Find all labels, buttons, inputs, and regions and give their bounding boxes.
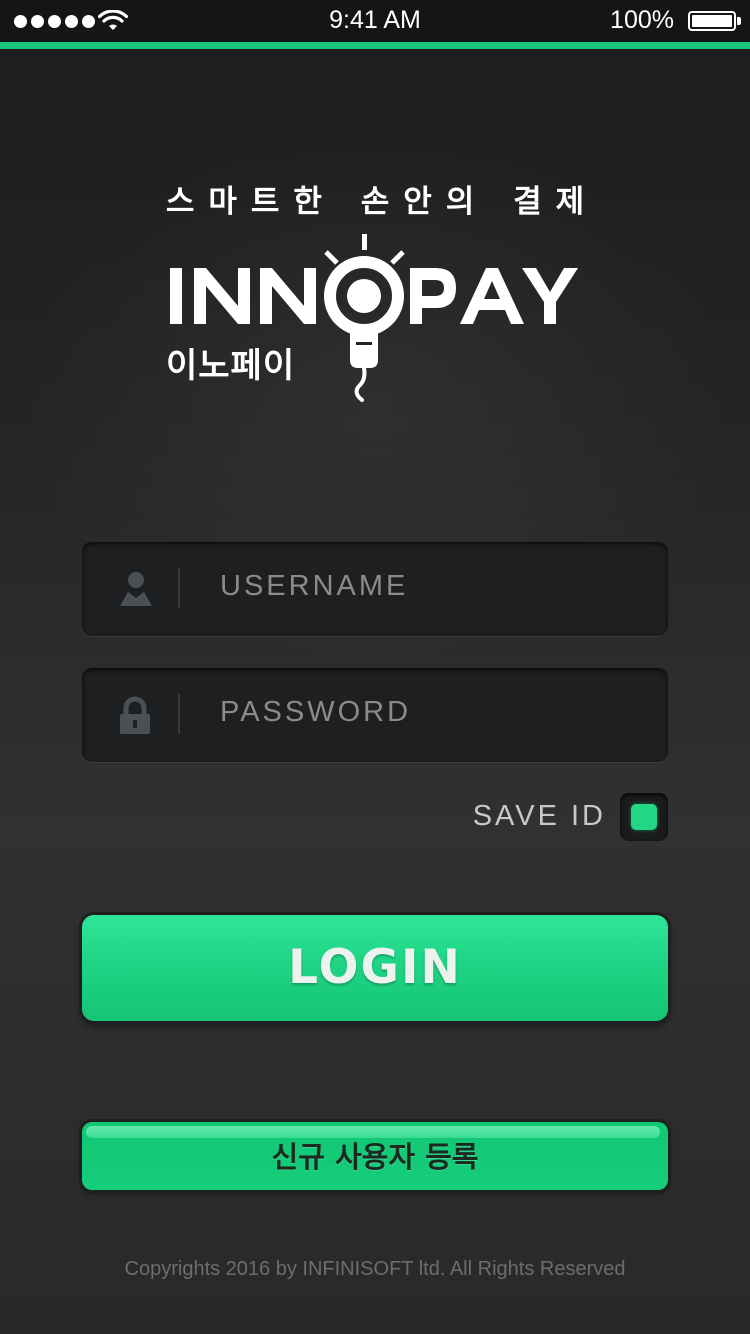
battery-icon: [688, 11, 736, 31]
user-icon: [120, 572, 152, 606]
battery-nub: [737, 17, 741, 25]
login-button[interactable]: LOGIN: [82, 915, 668, 1021]
tagline: 스마트한 손안의 결제: [165, 184, 599, 220]
username-field[interactable]: USERNAME: [82, 542, 668, 636]
field-divider: [178, 694, 180, 734]
register-button-label: 신규 사용자 등록: [271, 1140, 479, 1174]
logo-korean-text: 이노페이: [166, 346, 296, 386]
password-input[interactable]: PASSWORD: [220, 696, 411, 729]
username-input[interactable]: USERNAME: [220, 570, 408, 603]
register-button[interactable]: 신규 사용자 등록: [82, 1122, 668, 1190]
save-id-label: SAVE ID: [472, 800, 606, 832]
status-accent-bar: [0, 42, 750, 49]
lock-icon: [120, 696, 150, 734]
status-bar: 9:41 AM 100%: [0, 0, 750, 42]
battery-percent: 100%: [610, 6, 674, 34]
save-id-checkbox[interactable]: [620, 793, 668, 841]
lightbulb-plug-icon: [324, 234, 405, 402]
checkbox-checked-indicator: [631, 804, 657, 830]
field-divider: [178, 568, 180, 608]
copyright-text: Copyrights 2016 by INFINISOFT ltd. All R…: [124, 1258, 626, 1280]
password-field[interactable]: PASSWORD: [82, 668, 668, 762]
